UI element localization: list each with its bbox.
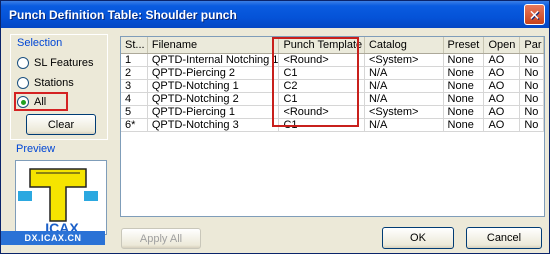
ok-button[interactable]: OK [382, 227, 454, 249]
cell-catalog[interactable]: <System> [364, 53, 444, 67]
cell-preset[interactable]: None [443, 79, 485, 93]
table-row[interactable]: 4 QPTD-Notching 2 C1 N/A None AO No [121, 92, 544, 106]
radio-sl-features[interactable]: SL Features [17, 55, 94, 71]
cell-filename[interactable]: QPTD-Notching 3 [147, 118, 280, 132]
window-title: Punch Definition Table: Shoulder punch [9, 7, 237, 22]
cell-catalog[interactable]: N/A [364, 79, 444, 93]
cell-station[interactable]: 1 [121, 53, 148, 67]
preview-image: ICAX [15, 160, 107, 235]
cell-par[interactable]: No [519, 79, 544, 93]
cell-par[interactable]: No [519, 53, 544, 67]
title-bar[interactable]: Punch Definition Table: Shoulder punch ✕ [1, 1, 549, 28]
preview-title: Preview [16, 143, 56, 155]
cell-preset[interactable]: None [443, 53, 485, 67]
radio-all-icon[interactable] [17, 96, 29, 108]
cell-station[interactable]: 4 [121, 92, 148, 106]
cell-open[interactable]: AO [483, 92, 521, 106]
table-row[interactable]: 2 QPTD-Piercing 2 C1 N/A None AO No [121, 66, 544, 80]
col-header-par[interactable]: Par [519, 37, 544, 54]
cell-preset[interactable]: None [443, 105, 485, 119]
col-header-open[interactable]: Open [483, 37, 521, 54]
cell-open[interactable]: AO [483, 118, 521, 132]
header-row: St... Filename Punch Template Catalog Pr… [121, 37, 544, 54]
table-row[interactable]: 3 QPTD-Notching 1 C2 N/A None AO No [121, 79, 544, 93]
cell-station[interactable]: 2 [121, 66, 148, 80]
cell-filename[interactable]: QPTD-Notching 2 [147, 92, 280, 106]
cell-par[interactable]: No [519, 105, 544, 119]
col-header-filename[interactable]: Filename [147, 37, 280, 54]
cell-catalog[interactable]: N/A [364, 92, 444, 106]
cell-par[interactable]: No [519, 118, 544, 132]
cell-catalog[interactable]: N/A [364, 118, 444, 132]
radio-sl-features-icon[interactable] [17, 57, 29, 69]
cell-filename[interactable]: QPTD-Piercing 1 [147, 105, 280, 119]
cell-open[interactable]: AO [483, 53, 521, 67]
selection-title: Selection [17, 37, 63, 49]
watermark-band: DX.ICAX.CN [1, 231, 105, 245]
cell-station[interactable]: 3 [121, 79, 148, 93]
radio-stations-label: Stations [34, 77, 74, 89]
cell-preset[interactable]: None [443, 92, 485, 106]
cell-open[interactable]: AO [483, 79, 521, 93]
cell-punch-template[interactable]: C1 [278, 66, 365, 80]
punch-table[interactable]: St... Filename Punch Template Catalog Pr… [120, 36, 545, 217]
cell-punch-template[interactable]: C1 [278, 118, 365, 132]
table-row[interactable]: 6* QPTD-Notching 3 C1 N/A None AO No [121, 118, 544, 132]
cell-filename[interactable]: QPTD-Piercing 2 [147, 66, 280, 80]
cancel-button[interactable]: Cancel [466, 227, 542, 249]
cell-filename[interactable]: QPTD-Internal Notching 1 [147, 53, 280, 67]
apply-all-button[interactable]: Apply All [121, 228, 201, 249]
radio-stations[interactable]: Stations [17, 75, 74, 91]
radio-stations-icon[interactable] [17, 77, 29, 89]
selection-group: Selection SL Features Stations All Clear [10, 34, 108, 140]
cell-par[interactable]: No [519, 66, 544, 80]
cell-punch-template[interactable]: C1 [278, 92, 365, 106]
cell-punch-template[interactable]: C2 [278, 79, 365, 93]
cell-par[interactable]: No [519, 92, 544, 106]
col-header-catalog[interactable]: Catalog [364, 37, 444, 54]
cell-punch-template[interactable]: <Round> [278, 53, 365, 67]
col-header-station[interactable]: St... [121, 37, 148, 54]
cell-filename[interactable]: QPTD-Notching 1 [147, 79, 280, 93]
close-icon: ✕ [528, 6, 541, 23]
cell-catalog[interactable]: N/A [364, 66, 444, 80]
cell-station[interactable]: 6* [121, 118, 148, 132]
col-header-punch-template[interactable]: Punch Template [278, 37, 365, 54]
table-row[interactable]: 1 QPTD-Internal Notching 1 <Round> <Syst… [121, 53, 544, 67]
dialog-window: Punch Definition Table: Shoulder punch ✕… [0, 0, 550, 254]
table-row[interactable]: 5 QPTD-Piercing 1 <Round> <System> None … [121, 105, 544, 119]
cell-preset[interactable]: None [443, 118, 485, 132]
radio-all[interactable]: All [17, 94, 46, 110]
close-button[interactable]: ✕ [524, 4, 545, 25]
cell-punch-template[interactable]: <Round> [278, 105, 365, 119]
col-header-preset[interactable]: Preset [443, 37, 485, 54]
punch-grid[interactable]: St... Filename Punch Template Catalog Pr… [121, 37, 544, 132]
cell-station[interactable]: 5 [121, 105, 148, 119]
punch-shape-icon: ICAX [16, 161, 106, 234]
radio-all-label: All [34, 96, 47, 108]
clear-button[interactable]: Clear [26, 114, 96, 135]
cell-catalog[interactable]: <System> [364, 105, 444, 119]
cell-open[interactable]: AO [483, 105, 521, 119]
radio-sl-features-label: SL Features [34, 57, 94, 69]
cell-preset[interactable]: None [443, 66, 485, 80]
cell-open[interactable]: AO [483, 66, 521, 80]
